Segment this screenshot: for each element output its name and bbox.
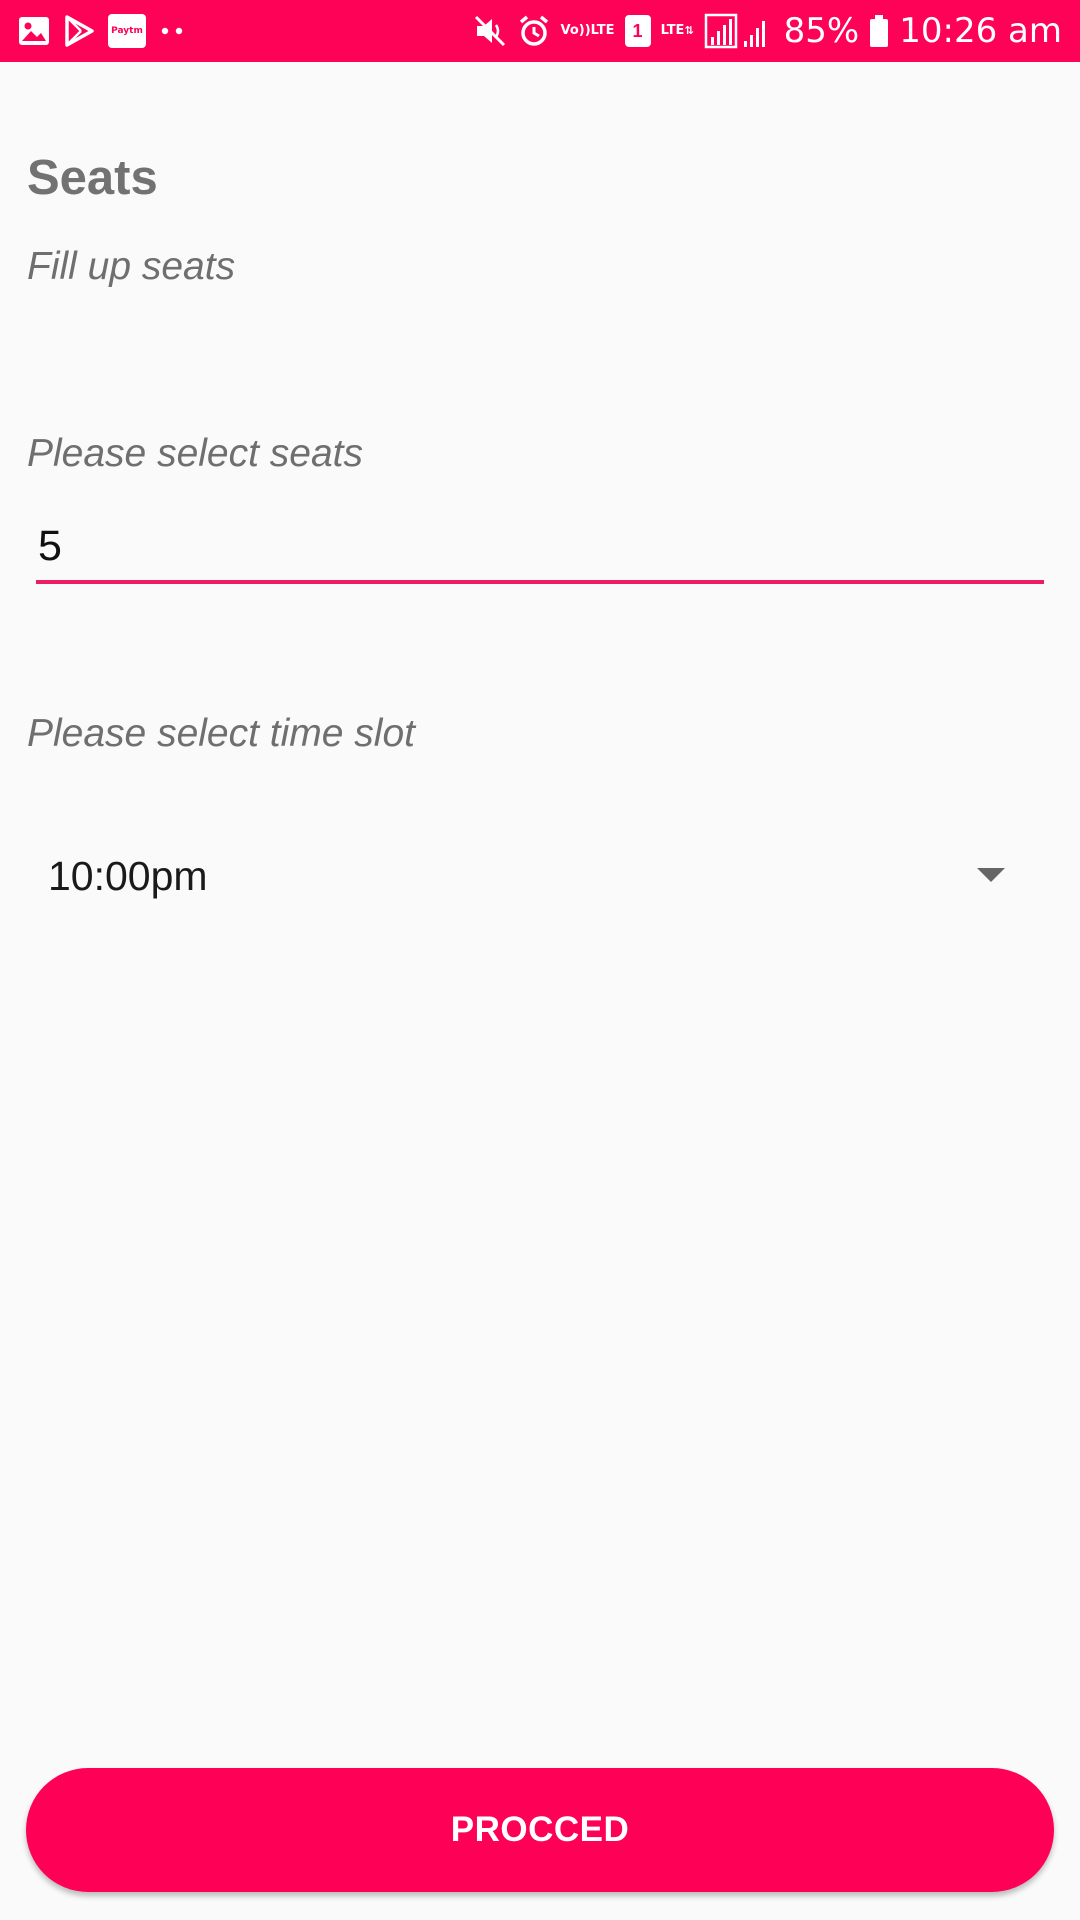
dropdown-arrow-icon [977, 868, 1005, 882]
page-subtitle: Fill up seats [27, 245, 236, 288]
battery-icon [869, 14, 889, 48]
volte-icon: Vo)) LTE [561, 24, 615, 38]
network-label: LTE [660, 23, 685, 38]
status-bar-left: Paytm [18, 0, 200, 62]
volte-line2: LTE [590, 23, 615, 38]
paytm-label: Paytm [108, 14, 146, 48]
status-bar: Paytm Vo)) LTE 1 LTE ⇅ 85% 10:26 am [0, 0, 1080, 62]
seats-input[interactable] [36, 512, 1044, 584]
alarm-icon [517, 14, 551, 48]
seats-label: Please select seats [27, 432, 364, 475]
mute-icon [473, 14, 507, 48]
time-slot-dropdown[interactable]: 10:00pm [27, 840, 1027, 912]
status-bar-right: Vo)) LTE 1 LTE ⇅ 85% 10:26 am [473, 0, 1062, 62]
paytm-icon: Paytm [108, 14, 146, 48]
sim-icon: 1 [624, 15, 651, 47]
sim-label: 1 [624, 15, 651, 47]
signal-icon [704, 13, 774, 49]
battery-percent: 85% [783, 11, 860, 51]
volte-line1: Vo)) [560, 23, 591, 38]
network-type-icon: LTE ⇅ [660, 23, 694, 38]
gallery-icon [18, 16, 50, 46]
page-title: Seats [27, 151, 158, 205]
time-slot-selected: 10:00pm [48, 852, 208, 899]
play-store-icon [64, 15, 94, 47]
proceed-button[interactable]: PROCCED [26, 1768, 1054, 1892]
more-notifications-icon [160, 26, 186, 36]
time-slot-label: Please select time slot [27, 712, 416, 755]
clock: 10:26 am [899, 11, 1062, 51]
